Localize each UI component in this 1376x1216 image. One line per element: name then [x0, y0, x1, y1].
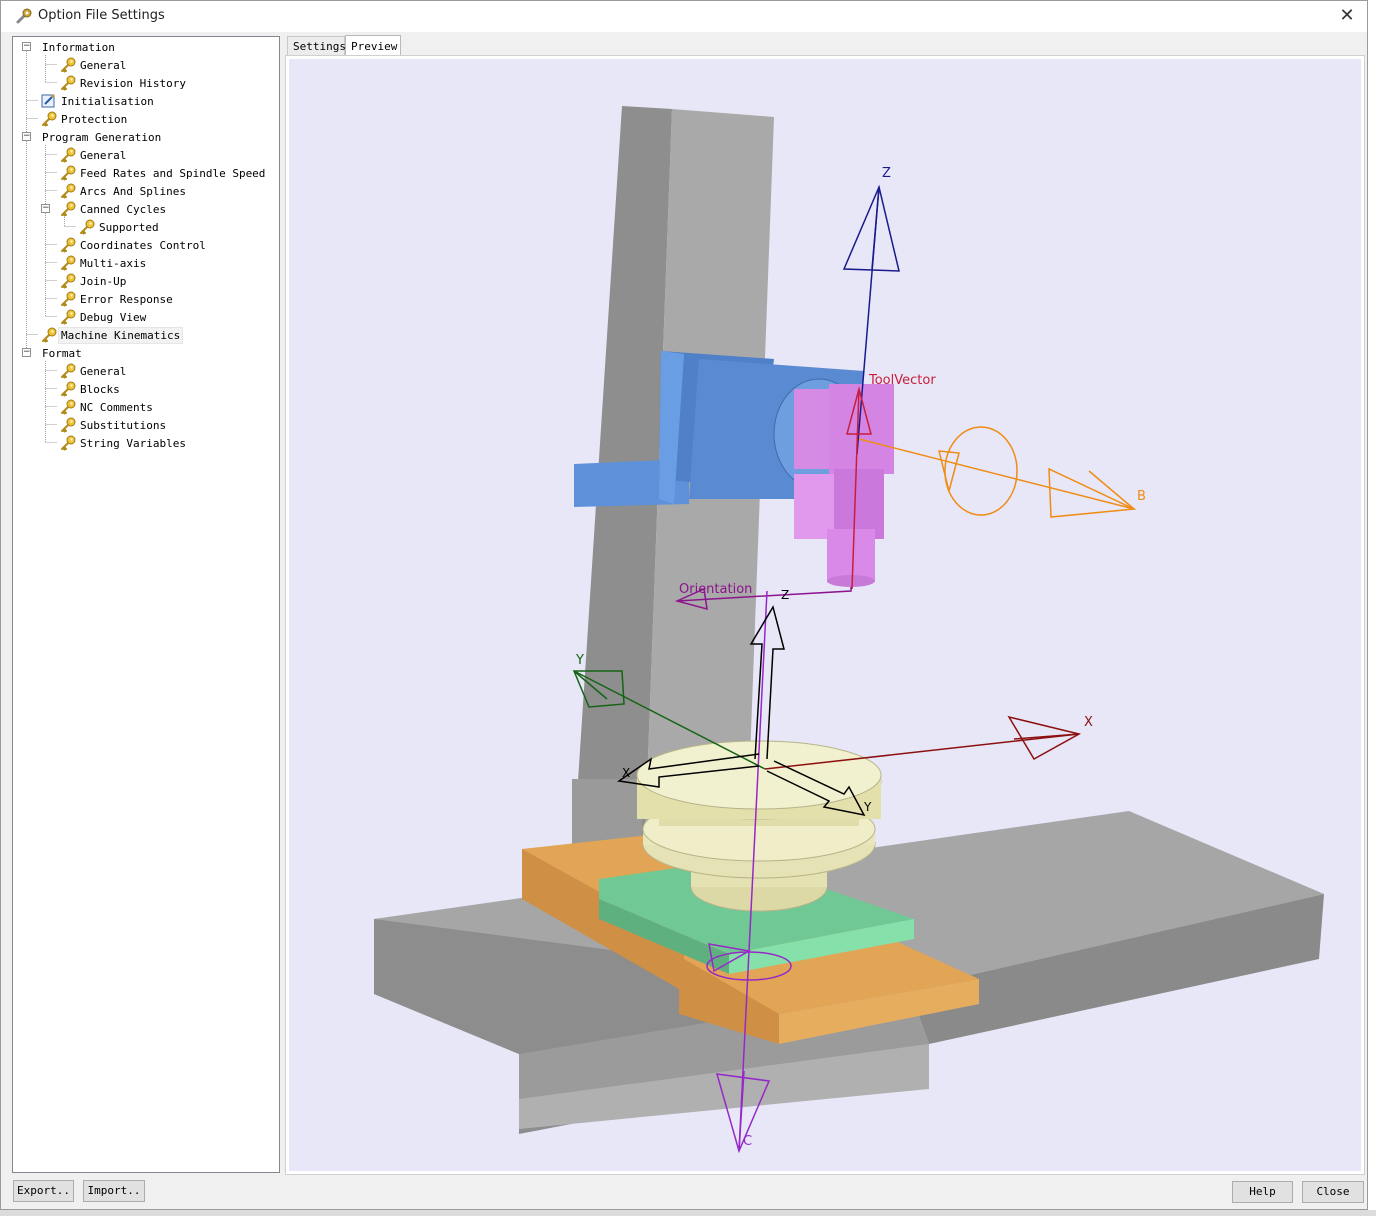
tree-item-label: Canned Cycles	[80, 202, 167, 216]
close-window-icon[interactable]: ✕	[1335, 4, 1359, 28]
key-icon	[61, 75, 76, 91]
tab-settings[interactable]: Settings	[287, 36, 346, 56]
tree-item-information[interactable]: Information	[40, 38, 117, 56]
tree-item-general[interactable]: General	[59, 56, 128, 74]
key-icon	[61, 273, 76, 289]
key-icon	[61, 435, 76, 451]
key-icon	[61, 237, 76, 253]
tree-item-label: Program Generation	[42, 130, 162, 144]
tree-item-label: Feed Rates and Spindle Speed	[80, 166, 266, 180]
tree-item-label: Format	[42, 346, 82, 360]
option-file-settings-window: Option File Settings ✕ Information − Gen…	[0, 0, 1368, 1210]
b-axis-label: B	[1137, 489, 1146, 504]
x-axis-label: X	[1084, 715, 1093, 730]
close-button[interactable]: Close	[1302, 1181, 1364, 1203]
tree-item-label: General	[80, 148, 127, 162]
tree-item-label: Blocks	[80, 382, 120, 396]
kinematics-3d-viewport[interactable]: Z ToolVector B Orientation C Y X Z X Y	[289, 59, 1361, 1171]
key-icon	[61, 363, 76, 379]
tree-item-feed-rates-and-spindle-speed[interactable]: Feed Rates and Spindle Speed	[59, 164, 267, 182]
y-axis-label: Y	[575, 653, 584, 668]
origin-y-label: Y	[863, 800, 872, 814]
tree-item-label: Initialisation	[61, 94, 154, 108]
tree-item-substitutions[interactable]: Substitutions	[59, 416, 168, 434]
machine-kinematics-scene: Z ToolVector B Orientation C Y X Z X Y	[374, 106, 1324, 1154]
tree-item-machine-kinematics[interactable]: Machine Kinematics	[40, 326, 184, 344]
key-icon	[61, 201, 76, 217]
tree-item-label: Machine Kinematics	[57, 326, 184, 344]
tree-item-general[interactable]: General	[59, 362, 128, 380]
desktop-edge	[1368, 0, 1376, 1210]
origin-z-label: Z	[781, 588, 789, 602]
tree-item-label: Multi-axis	[80, 256, 147, 270]
collapse-toggle-icon[interactable]: −	[22, 132, 31, 141]
key-icon	[61, 417, 76, 433]
tree-item-arcs-and-splines[interactable]: Arcs And Splines	[59, 182, 188, 200]
tree-item-label: Join-Up	[80, 274, 127, 288]
key-icon	[61, 381, 76, 397]
edit-icon	[41, 94, 55, 108]
key-icon	[61, 291, 76, 307]
tree-item-label: Arcs And Splines	[80, 184, 186, 198]
tree-item-multi-axis[interactable]: Multi-axis	[59, 254, 148, 272]
tool-vector-label: ToolVector	[868, 373, 936, 388]
collapse-toggle-icon[interactable]: −	[22, 42, 31, 51]
export-button[interactable]: Export..	[13, 1180, 74, 1202]
tree-item-label: General	[80, 58, 127, 72]
wrench-icon	[16, 8, 32, 24]
desktop-strip	[0, 1210, 1376, 1216]
tree-item-initialisation[interactable]: Initialisation	[40, 92, 156, 110]
c-axis-label: C	[743, 1134, 752, 1149]
collapse-toggle-icon[interactable]: −	[41, 204, 50, 213]
tree-item-supported[interactable]: Supported	[78, 218, 161, 236]
tree-item-error-response[interactable]: Error Response	[59, 290, 175, 308]
tree-item-general[interactable]: General	[59, 146, 128, 164]
tree-item-canned-cycles[interactable]: Canned Cycles	[59, 200, 168, 218]
orientation-label: Orientation	[679, 582, 752, 597]
key-icon	[80, 219, 95, 235]
window-title: Option File Settings	[38, 8, 165, 23]
tree-item-format[interactable]: Format	[40, 344, 84, 362]
title-bar: Option File Settings ✕	[1, 1, 1367, 32]
key-icon	[61, 255, 76, 271]
key-icon	[61, 309, 76, 325]
tree-item-label: Information	[42, 40, 115, 54]
tree-item-string-variables[interactable]: String Variables	[59, 434, 188, 452]
key-icon	[61, 399, 76, 415]
tree-item-nc-comments[interactable]: NC Comments	[59, 398, 155, 416]
key-icon	[61, 165, 76, 181]
tab-preview[interactable]: Preview	[345, 35, 401, 56]
tree-item-program-generation[interactable]: Program Generation	[40, 128, 163, 146]
key-icon	[42, 111, 57, 127]
import-button[interactable]: Import..	[83, 1180, 145, 1202]
key-icon	[61, 57, 76, 73]
tree-item-label: Error Response	[80, 292, 173, 306]
tree-item-label: NC Comments	[80, 400, 153, 414]
tree-item-label: Debug View	[80, 310, 147, 324]
tree-item-label: Revision History	[80, 76, 186, 90]
key-icon	[61, 183, 76, 199]
tree-item-debug-view[interactable]: Debug View	[59, 308, 148, 326]
tree-item-coordinates-control[interactable]: Coordinates Control	[59, 236, 208, 254]
tree-item-label: Supported	[99, 220, 159, 234]
key-icon	[61, 147, 76, 163]
settings-tree[interactable]: Information − General Revision History Initi…	[12, 36, 280, 1173]
tree-item-join-up[interactable]: Join-Up	[59, 272, 128, 290]
tool-z-label: Z	[882, 166, 891, 181]
spindle	[794, 384, 894, 587]
tree-item-label: Coordinates Control	[80, 238, 206, 252]
tree-item-label: General	[80, 364, 127, 378]
tree-item-label: String Variables	[80, 436, 186, 450]
tree-item-revision-history[interactable]: Revision History	[59, 74, 188, 92]
tree-item-blocks[interactable]: Blocks	[59, 380, 122, 398]
tree-item-label: Protection	[61, 112, 128, 126]
origin-x-label: X	[622, 766, 630, 780]
help-button[interactable]: Help	[1232, 1181, 1293, 1203]
collapse-toggle-icon[interactable]: −	[22, 348, 31, 357]
key-icon	[42, 327, 57, 343]
tree-item-label: Substitutions	[80, 418, 167, 432]
tree-item-protection[interactable]: Protection	[40, 110, 129, 128]
b-axis	[858, 426, 1137, 518]
preview-panel: Z ToolVector B Orientation C Y X Z X Y	[285, 55, 1365, 1175]
